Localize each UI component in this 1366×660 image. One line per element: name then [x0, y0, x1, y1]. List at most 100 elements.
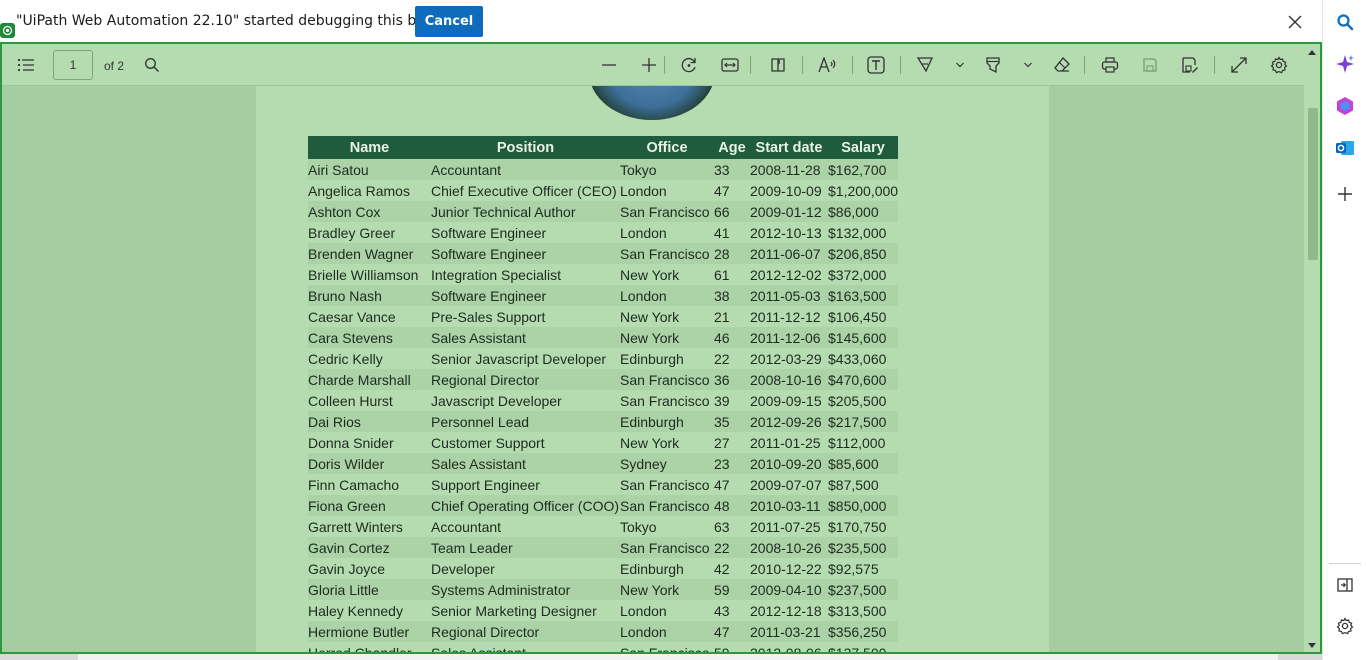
table-of-contents-icon[interactable] — [14, 53, 38, 77]
add-text-icon[interactable] — [864, 53, 888, 77]
close-icon[interactable] — [1283, 10, 1307, 34]
cell-salary: $145,600 — [828, 327, 899, 348]
zoom-in-icon[interactable] — [637, 53, 661, 77]
rotate-icon[interactable] — [677, 53, 701, 77]
copilot-sparkle-icon[interactable] — [1333, 52, 1357, 76]
cell-office: New York — [620, 327, 714, 348]
highlight-options-chevron-icon[interactable] — [1016, 53, 1040, 77]
horizontal-scrollbar-track[interactable] — [78, 654, 1278, 660]
cell-salary: $205,500 — [828, 390, 899, 411]
erase-icon[interactable] — [1050, 53, 1074, 77]
outlook-icon[interactable] — [1333, 136, 1357, 160]
cell-start-date: 2009-04-10 — [750, 579, 828, 600]
cell-name: Herrod Chandler — [308, 642, 431, 652]
save-as-icon[interactable] — [1178, 53, 1202, 77]
highlight-icon[interactable] — [981, 53, 1005, 77]
toolbar-divider — [750, 56, 751, 74]
fullscreen-icon[interactable] — [1227, 53, 1251, 77]
cell-name: Haley Kennedy — [308, 600, 431, 621]
save-icon[interactable] — [1138, 53, 1162, 77]
cell-name: Fiona Green — [308, 495, 431, 516]
print-icon[interactable] — [1098, 53, 1122, 77]
cell-age: 59 — [714, 579, 750, 600]
cell-position: Developer — [431, 558, 620, 579]
scrollbar-thumb[interactable] — [1308, 108, 1318, 260]
cell-start-date: 2012-03-29 — [750, 348, 828, 369]
cell-position: Systems Administrator — [431, 579, 620, 600]
cell-age: 61 — [714, 264, 750, 285]
table-row: Fiona Green Chief Operating Officer (COO)… — [308, 495, 899, 516]
cell-position: Support Engineer — [431, 474, 620, 495]
cell-age: 59 — [714, 642, 750, 652]
table-row: Caesar Vance Pre-Sales Support New York 21 2… — [308, 306, 899, 327]
fit-to-width-icon[interactable] — [718, 53, 742, 77]
debug-notification-bar: "UiPath Web Automation 22.10" started de… — [0, 0, 1322, 42]
cell-office: London — [620, 285, 714, 306]
read-aloud-icon[interactable] — [816, 53, 840, 77]
cell-start-date: 2012-12-02 — [750, 264, 828, 285]
cell-start-date: 2008-11-28 — [750, 159, 828, 180]
cell-age: 47 — [714, 621, 750, 642]
cell-position: Javascript Developer — [431, 390, 620, 411]
settings-icon[interactable] — [1333, 614, 1357, 638]
cell-age: 36 — [714, 369, 750, 390]
table-row: Brielle Williamson Integration Specialist… — [308, 264, 899, 285]
cell-name: Donna Snider — [308, 432, 431, 453]
cell-office: San Francisco — [620, 243, 714, 264]
document-logo-image — [589, 86, 715, 120]
cell-age: 63 — [714, 516, 750, 537]
cell-salary: $235,500 — [828, 537, 899, 558]
cell-office: San Francisco — [620, 537, 714, 558]
cell-name: Brielle Williamson — [308, 264, 431, 285]
cell-position: Sales Assistant — [431, 327, 620, 348]
toolbar-divider — [802, 56, 803, 74]
cancel-debugging-button[interactable]: Cancel — [415, 6, 483, 37]
cell-age: 48 — [714, 495, 750, 516]
pdf-toolbar: 1 of 2 — [2, 44, 1320, 86]
cell-start-date: 2011-01-25 — [750, 432, 828, 453]
cell-start-date: 2008-10-26 — [750, 537, 828, 558]
hide-sidebar-icon[interactable] — [1333, 573, 1357, 597]
cell-age: 42 — [714, 558, 750, 579]
cell-office: New York — [620, 306, 714, 327]
viewer-settings-icon[interactable] — [1267, 53, 1291, 77]
cell-salary: $163,500 — [828, 285, 899, 306]
find-icon[interactable] — [140, 53, 164, 77]
cell-office: San Francisco — [620, 495, 714, 516]
cell-position: Accountant — [431, 516, 620, 537]
add-icon[interactable] — [1333, 182, 1357, 206]
column-header-office: Office — [620, 136, 714, 159]
m365-icon[interactable] — [1333, 94, 1357, 118]
cell-position: Pre-Sales Support — [431, 306, 620, 327]
search-icon[interactable] — [1333, 10, 1357, 34]
cell-name: Garrett Winters — [308, 516, 431, 537]
scroll-down-icon[interactable] — [1308, 643, 1316, 648]
cell-name: Cara Stevens — [308, 327, 431, 348]
cell-age: 46 — [714, 327, 750, 348]
cell-start-date: 2012-08-06 — [750, 642, 828, 652]
column-header-position: Position — [431, 136, 620, 159]
cell-age: 28 — [714, 243, 750, 264]
cell-start-date: 2011-12-12 — [750, 306, 828, 327]
cell-start-date: 2009-07-07 — [750, 474, 828, 495]
cell-name: Ashton Cox — [308, 201, 431, 222]
draw-options-chevron-icon[interactable] — [948, 53, 972, 77]
cell-office: San Francisco — [620, 390, 714, 411]
table-row: Finn Camacho Support Engineer San Francisc… — [308, 474, 899, 495]
cell-position: Senior Marketing Designer — [431, 600, 620, 621]
cell-salary: $206,850 — [828, 243, 899, 264]
table-row: Hermione Butler Regional Director London 47… — [308, 621, 899, 642]
table-row: Gloria Little Systems Administrator New Yo… — [308, 579, 899, 600]
draw-icon[interactable] — [913, 53, 937, 77]
horizontal-scrollbar[interactable] — [0, 654, 1322, 660]
cell-name: Angelica Ramos — [308, 180, 431, 201]
vertical-scrollbar[interactable] — [1304, 44, 1320, 652]
page-view-icon[interactable] — [766, 53, 790, 77]
table-row: Herrod Chandler Sales Assistant San Franci… — [308, 642, 899, 652]
zoom-out-icon[interactable] — [597, 53, 621, 77]
page-number-input[interactable]: 1 — [53, 50, 93, 80]
document-scroll-area[interactable]: Name Position Office Age Start date Sala… — [2, 86, 1320, 652]
cell-office: San Francisco — [620, 474, 714, 495]
uipath-debug-icon — [0, 23, 15, 38]
scroll-up-icon[interactable] — [1308, 50, 1316, 55]
